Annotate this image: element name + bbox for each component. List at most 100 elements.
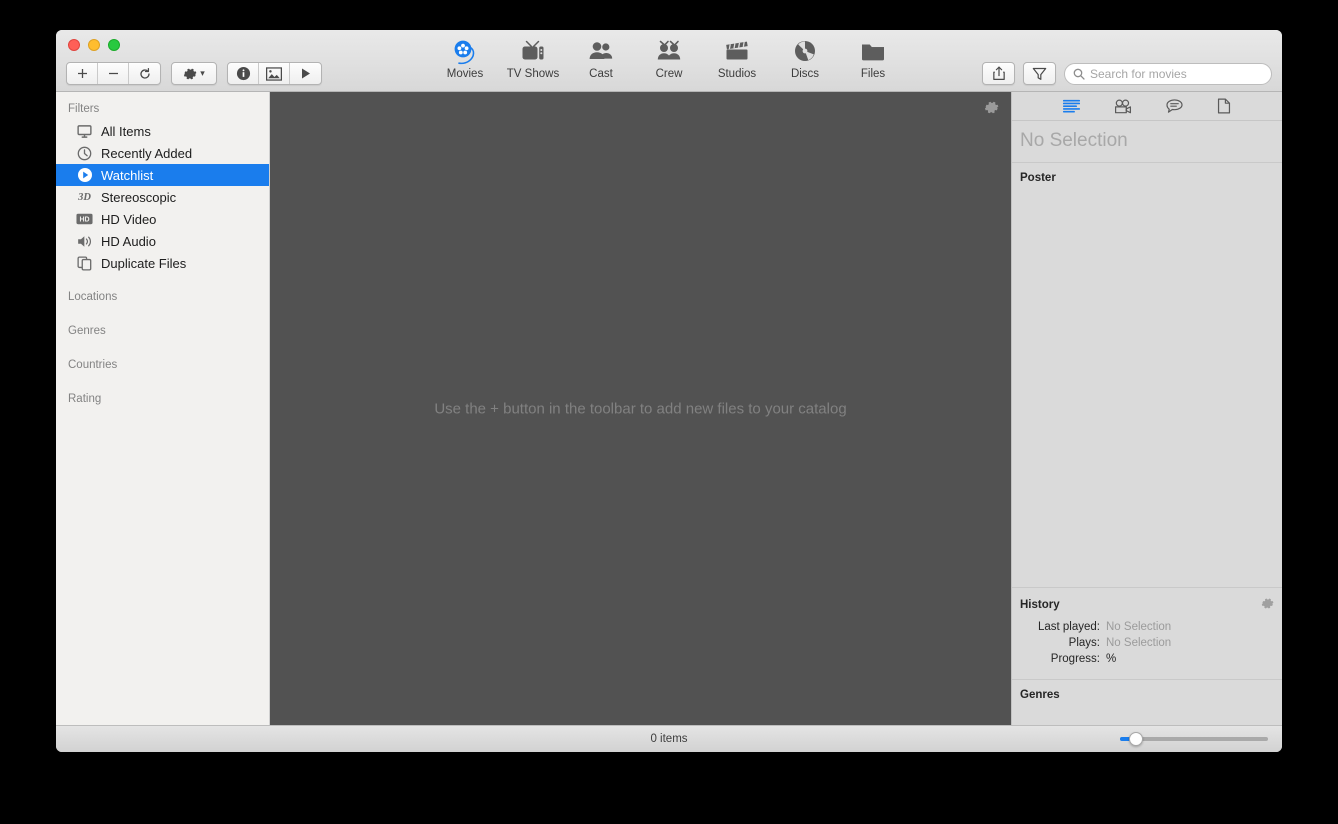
sidebar-section-header-countries[interactable]: Countries xyxy=(56,354,269,376)
remove-button[interactable] xyxy=(98,63,129,84)
sidebar-item-label: HD Video xyxy=(101,211,157,227)
history-key: Progress: xyxy=(1050,653,1100,665)
content-area: Use the + button in the toolbar to add n… xyxy=(270,92,1011,725)
inspector-tab-document[interactable] xyxy=(1217,98,1231,114)
sidebar-item-duplicate-files[interactable]: Duplicate Files xyxy=(56,252,269,274)
content-settings-button[interactable] xyxy=(984,100,999,120)
history-label-text: History xyxy=(1020,599,1060,611)
toolbar-category-label: Discs xyxy=(790,68,820,80)
info-icon xyxy=(236,66,250,81)
action-gear-button[interactable]: ▾ xyxy=(172,63,216,84)
play-icon xyxy=(302,68,310,79)
toolbar-category-files[interactable]: Files xyxy=(839,34,907,80)
sidebar-section-header-rating[interactable]: Rating xyxy=(56,388,269,410)
search-placeholder: Search for movies xyxy=(1090,66,1187,81)
movie-camera-icon xyxy=(1114,99,1132,113)
genres-section: Genres xyxy=(1012,679,1282,725)
genres-section-label: Genres xyxy=(1012,680,1282,707)
disc-icon xyxy=(792,38,818,66)
sidebar-item-label: Watchlist xyxy=(101,167,154,183)
toolbar-category-studios[interactable]: Studios xyxy=(703,34,771,80)
sidebar-item-hd-audio[interactable]: HD Audio xyxy=(56,230,269,252)
sidebar-section-header-genres[interactable]: Genres xyxy=(56,320,269,342)
sidebar-item-stereoscopic[interactable]: 3D Stereoscopic xyxy=(56,186,269,208)
television-icon xyxy=(520,38,546,66)
toolbar-category-label: Cast xyxy=(589,68,613,80)
toolbar-right-group: Search for movies xyxy=(982,62,1272,85)
inspector-tab-media[interactable] xyxy=(1114,99,1132,114)
maximize-window-icon[interactable] xyxy=(108,39,120,51)
minimize-window-icon[interactable] xyxy=(88,39,100,51)
3d-icon: 3D xyxy=(78,191,91,203)
inspector-panel: No Selection Poster History Last played:… xyxy=(1011,92,1282,725)
gear-icon xyxy=(1261,598,1274,609)
empty-state-message: Use the + button in the toolbar to add n… xyxy=(434,400,847,417)
share-icon xyxy=(992,66,1005,81)
refresh-icon xyxy=(139,67,150,79)
search-input[interactable]: Search for movies xyxy=(1064,62,1272,85)
crew-icon xyxy=(656,38,682,66)
zoom-slider-knob[interactable] xyxy=(1129,732,1144,746)
toolbar-category-crew[interactable]: Crew xyxy=(635,34,703,80)
plus-icon xyxy=(77,69,87,78)
history-spacer xyxy=(1012,667,1282,679)
history-value: No Selection xyxy=(1106,637,1172,649)
film-reel-icon xyxy=(452,38,478,66)
play-circle-icon xyxy=(76,167,93,184)
history-key: Plays: xyxy=(1068,637,1100,649)
sidebar-item-label: All Items xyxy=(101,123,151,139)
window-body: Filters All Items Recently Added Watchli… xyxy=(56,92,1282,725)
image-button[interactable] xyxy=(259,63,290,84)
history-key: Last played: xyxy=(1037,621,1100,633)
sidebar-item-all-items[interactable]: All Items xyxy=(56,120,269,142)
info-list-icon xyxy=(1063,99,1080,112)
sidebar-item-label: Duplicate Files xyxy=(101,255,187,271)
close-window-icon[interactable] xyxy=(68,39,80,51)
inspector-title: No Selection xyxy=(1012,121,1282,163)
toolbar-category-cast[interactable]: Cast xyxy=(567,34,635,80)
clapperboard-icon xyxy=(724,38,750,66)
hd-badge-icon: HD xyxy=(76,211,93,228)
share-button[interactable] xyxy=(982,62,1015,85)
search-icon xyxy=(1073,68,1085,80)
history-settings-button[interactable] xyxy=(1261,597,1274,613)
history-row-last-played: Last played: No Selection xyxy=(1012,619,1282,635)
history-row-progress: Progress: % xyxy=(1012,651,1282,667)
poster-section-label: Poster xyxy=(1012,163,1282,190)
add-button[interactable] xyxy=(67,63,98,84)
poster-area[interactable] xyxy=(1012,190,1282,587)
genres-label-text: Genres xyxy=(1020,689,1060,701)
sidebar-item-label: Stereoscopic xyxy=(101,189,177,205)
info-button[interactable] xyxy=(228,63,259,84)
zoom-slider[interactable] xyxy=(1120,732,1268,746)
toolbar-category-label: Crew xyxy=(655,68,683,80)
toolbar-category-label: TV Shows xyxy=(506,68,560,80)
clock-icon xyxy=(76,145,93,162)
toolbar-category-tv-shows[interactable]: TV Shows xyxy=(499,34,567,80)
inspector-tab-comments[interactable] xyxy=(1166,98,1183,114)
sidebar-section-header-locations[interactable]: Locations xyxy=(56,286,269,308)
genres-list[interactable] xyxy=(1012,707,1282,725)
refresh-button[interactable] xyxy=(129,63,160,84)
sidebar-item-label: HD Audio xyxy=(101,233,156,249)
sidebar-item-hd-video[interactable]: HD HD Video xyxy=(56,208,269,230)
gear-icon xyxy=(984,101,999,114)
folder-icon xyxy=(860,38,886,66)
sidebar-item-label: Recently Added xyxy=(101,145,193,161)
traffic-lights xyxy=(68,39,120,51)
status-bar: 0 items xyxy=(56,725,1282,752)
sidebar-item-watchlist[interactable]: Watchlist xyxy=(56,164,269,186)
speech-bubble-icon xyxy=(1166,98,1183,113)
history-value: % xyxy=(1106,653,1117,665)
toolbar-category-discs[interactable]: Discs xyxy=(771,34,839,80)
filter-button[interactable] xyxy=(1023,62,1056,85)
toolbar-category-label: Studios xyxy=(717,68,757,80)
toolbar-left-group: ▾ xyxy=(66,62,322,85)
sidebar-item-recently-added[interactable]: Recently Added xyxy=(56,142,269,164)
inspector-tab-info[interactable] xyxy=(1063,99,1080,114)
play-button[interactable] xyxy=(290,63,321,84)
titlebar: ▾ Movies TV Shows Cast Crew Studios Disc… xyxy=(56,30,1282,92)
toolbar-category-movies[interactable]: Movies xyxy=(431,34,499,80)
minus-icon xyxy=(108,72,118,75)
